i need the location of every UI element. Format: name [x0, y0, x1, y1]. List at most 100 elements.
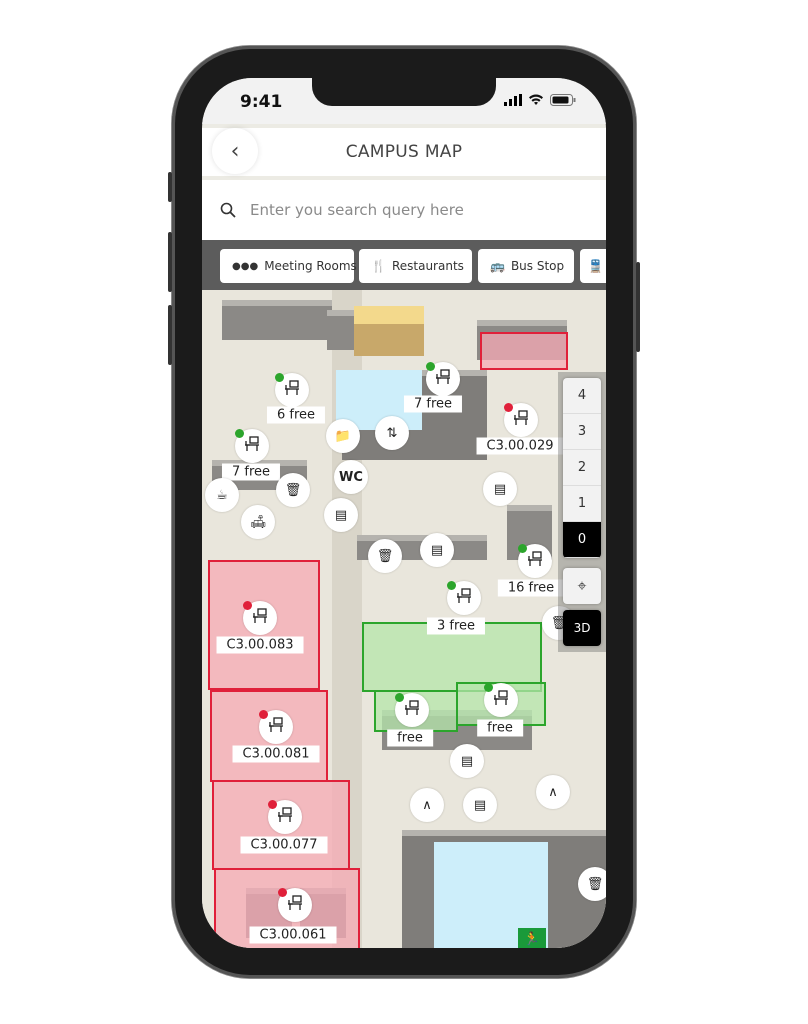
- status-dot: [395, 693, 404, 702]
- workspace-marker[interactable]: [275, 373, 309, 407]
- filter-train[interactable]: 🚆: [580, 249, 606, 283]
- poi-marker[interactable]: ∧: [536, 775, 570, 809]
- workspace-label: C3.00.083: [216, 636, 304, 654]
- power-button: [636, 262, 640, 352]
- desk-icon: [526, 550, 544, 572]
- poi-marker[interactable]: ▤: [420, 533, 454, 567]
- battery-icon: [550, 94, 576, 106]
- poi-marker[interactable]: 📁: [326, 419, 360, 453]
- poi-marker[interactable]: ▤: [483, 472, 517, 506]
- filter-label: Bus Stop: [510, 259, 565, 273]
- status-dot: [278, 888, 287, 897]
- poi-marker[interactable]: ▤: [463, 788, 497, 822]
- poi-marker[interactable]: 🛋: [241, 505, 275, 539]
- locker-icon: ▤: [493, 481, 507, 497]
- workspace-marker[interactable]: [518, 544, 552, 578]
- poi-marker[interactable]: ☕: [205, 478, 239, 512]
- building: [222, 300, 332, 340]
- locker-icon: ▤: [430, 542, 444, 558]
- wifi-icon: [529, 94, 543, 105]
- status-dot: [259, 710, 268, 719]
- desk-icon: [455, 587, 473, 609]
- page-title: CAMPUS MAP: [345, 142, 463, 162]
- status-dot: [447, 581, 456, 590]
- desk-icon: [251, 607, 269, 629]
- workspace-marker[interactable]: [426, 362, 460, 396]
- poi-marker[interactable]: WC: [334, 460, 368, 494]
- desk-icon: [267, 716, 285, 738]
- workspace-marker[interactable]: [484, 683, 518, 717]
- desk-icon: [283, 379, 301, 401]
- floor-button-2[interactable]: 2: [563, 450, 601, 486]
- sofa-icon: 🛋: [249, 514, 267, 530]
- status-dot: [235, 429, 244, 438]
- hanger-icon: ∧: [548, 784, 558, 800]
- screen: 9:41 ‹ CAMPUS MAP ●●●Meeting Rooms 🍴Rest…: [202, 78, 606, 948]
- workspace-marker[interactable]: [268, 800, 302, 834]
- floor-button-1[interactable]: 1: [563, 486, 601, 522]
- highlighted-building: [354, 306, 424, 356]
- search-icon: [220, 202, 236, 218]
- workspace-label: 7 free: [403, 395, 463, 413]
- view-3d-toggle[interactable]: 3D: [563, 610, 601, 646]
- status-time: 9:41: [240, 92, 283, 112]
- wc-icon: WC: [339, 469, 363, 485]
- workspace-marker[interactable]: [278, 888, 312, 922]
- workspace-label: 3 free: [426, 617, 486, 635]
- status-dot: [243, 601, 252, 610]
- locker-icon: ▤: [334, 507, 348, 523]
- workspace-marker[interactable]: [504, 403, 538, 437]
- poi-marker[interactable]: ⇅: [375, 416, 409, 450]
- search-bar: [202, 180, 606, 240]
- train-icon: 🚆: [588, 259, 603, 273]
- status-dot: [518, 544, 527, 553]
- workspace-label: C3.00.061: [249, 926, 337, 944]
- locate-button[interactable]: ⌖: [563, 568, 601, 604]
- filter-meeting-rooms[interactable]: ●●● Meeting Rooms: [220, 249, 357, 283]
- status-dot: [484, 683, 493, 692]
- floor-selector: 43210: [563, 378, 601, 558]
- poi-marker[interactable]: ∧: [410, 788, 444, 822]
- workspace-marker[interactable]: [243, 601, 277, 635]
- poi-marker[interactable]: 🗑: [276, 473, 310, 507]
- coffee-icon: ☕: [216, 487, 228, 503]
- trash-icon: 🗑: [376, 548, 394, 564]
- meeting-rooms-icon: ●●●: [232, 260, 259, 272]
- locker-icon: ▤: [473, 797, 487, 813]
- floor-button-3[interactable]: 3: [563, 414, 601, 450]
- workspace-label: 16 free: [497, 579, 565, 597]
- workspace-marker[interactable]: [395, 693, 429, 727]
- filter-label: Meeting Rooms: [264, 259, 357, 273]
- workspace-label: free: [477, 719, 523, 737]
- locker-icon: ▤: [460, 753, 474, 769]
- workspace-label: C3.00.081: [232, 745, 320, 763]
- trash-icon: 🗑: [284, 482, 302, 498]
- workspace-marker[interactable]: [447, 581, 481, 615]
- volume-up-button: [168, 232, 172, 292]
- bus-icon: 🚌: [490, 259, 505, 273]
- floor-button-4[interactable]: 4: [563, 378, 601, 414]
- signal-icon: [504, 94, 522, 106]
- desk-icon: [403, 699, 421, 721]
- mute-switch: [168, 172, 172, 202]
- trash-icon: 🗑: [586, 876, 604, 892]
- poi-marker[interactable]: ▤: [324, 498, 358, 532]
- search-input[interactable]: [250, 201, 570, 219]
- filter-restaurants[interactable]: 🍴 Restaurants: [359, 249, 472, 283]
- desk-icon: [286, 894, 304, 916]
- floor-button-0[interactable]: 0: [563, 522, 601, 558]
- filter-bus-stop[interactable]: 🚌 Bus Stop: [478, 249, 574, 283]
- poi-marker[interactable]: 🗑: [578, 867, 606, 901]
- room-occupied[interactable]: [480, 332, 568, 370]
- elevator-icon: ⇅: [386, 425, 398, 441]
- poi-marker[interactable]: 🗑: [368, 539, 402, 573]
- poi-marker[interactable]: ▤: [450, 744, 484, 778]
- campus-map[interactable]: 🏃 6 free 7 free C3.00.029 7 free 16 free 3 fr…: [202, 290, 606, 948]
- workspace-label: 7 free: [221, 463, 281, 481]
- workspace-marker[interactable]: [259, 710, 293, 744]
- volume-down-button: [168, 305, 172, 365]
- crosshair-icon: ⌖: [577, 576, 587, 595]
- workspace-label: C3.00.029: [476, 437, 564, 455]
- workspace-marker[interactable]: [235, 429, 269, 463]
- folder-icon: 📁: [334, 428, 352, 444]
